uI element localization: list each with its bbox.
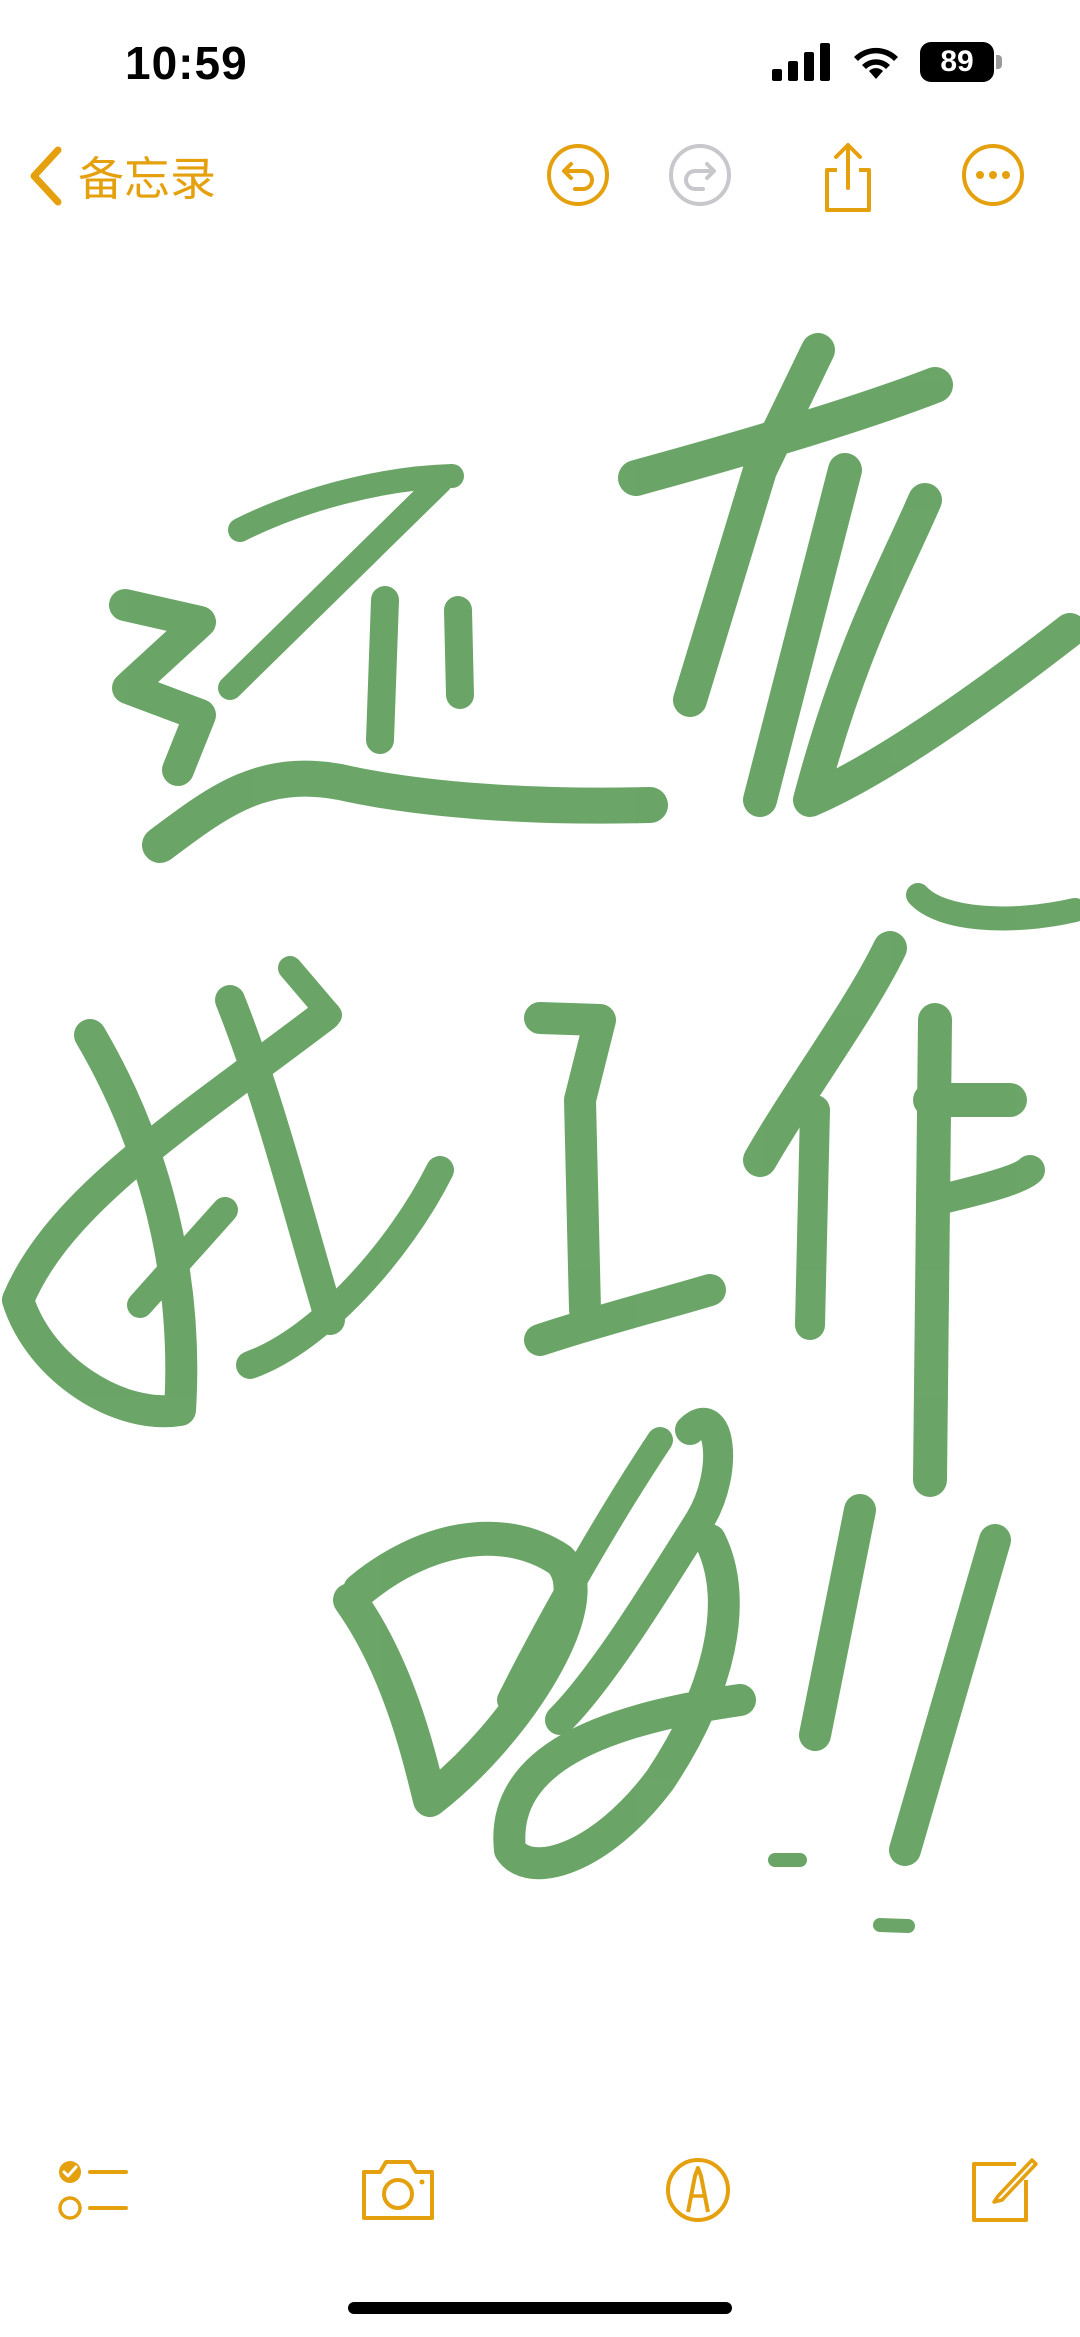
status-time: 10:59 (125, 37, 248, 89)
ink-stroke (366, 586, 399, 754)
compose-icon (972, 2158, 1038, 2222)
undo-button[interactable] (545, 142, 611, 208)
status-icons: 89 (772, 42, 1002, 82)
battery-level: 89 (920, 42, 994, 82)
markup-icon (666, 2158, 730, 2222)
share-icon (825, 143, 871, 212)
checklist-icon (58, 2161, 128, 2220)
back-label: 备忘录 (78, 152, 216, 206)
chevron-left-icon (30, 146, 62, 206)
ink-stroke (142, 760, 668, 863)
status-bar: 10:59 89 (0, 0, 1080, 130)
ink-stroke (799, 1494, 876, 1751)
ink-stroke (493, 1524, 756, 1880)
share-button[interactable] (815, 142, 881, 212)
ink-stroke (793, 483, 1080, 817)
markup-button[interactable] (658, 2150, 738, 2230)
ink-stroke (236, 1156, 454, 1379)
undo-icon (547, 144, 609, 206)
cellular-signal-icon (772, 43, 830, 81)
back-button[interactable]: 备忘录 (28, 140, 216, 212)
camera-icon (362, 2160, 434, 2220)
camera-button[interactable] (358, 2150, 438, 2230)
ink-stroke (923, 1155, 1045, 1215)
more-icon (962, 144, 1024, 206)
redo-button[interactable] (667, 142, 733, 208)
ink-stroke (278, 956, 342, 1027)
ink-stroke (109, 589, 216, 786)
ink-stroke (795, 1095, 830, 1340)
ink-stroke (889, 1524, 1011, 1866)
nav-bar: 备忘录 (0, 130, 1080, 230)
ink-stroke (524, 1002, 616, 1326)
ink-stroke (873, 1918, 915, 1933)
bottom-toolbar (0, 2150, 1080, 2240)
more-button[interactable] (960, 142, 1026, 208)
battery-icon: 89 (920, 42, 1002, 82)
ink-stroke (906, 883, 1080, 931)
battery-cap (996, 55, 1002, 69)
ink-stroke (524, 1274, 726, 1356)
drawing-canvas[interactable] (0, 230, 1080, 2110)
wifi-icon (854, 47, 898, 79)
redo-icon (669, 144, 731, 206)
checklist-button[interactable] (52, 2150, 132, 2230)
home-indicator[interactable] (348, 2302, 732, 2314)
ink-stroke (444, 596, 474, 709)
compose-button[interactable] (960, 2150, 1040, 2230)
ink-stroke (497, 1427, 673, 1713)
